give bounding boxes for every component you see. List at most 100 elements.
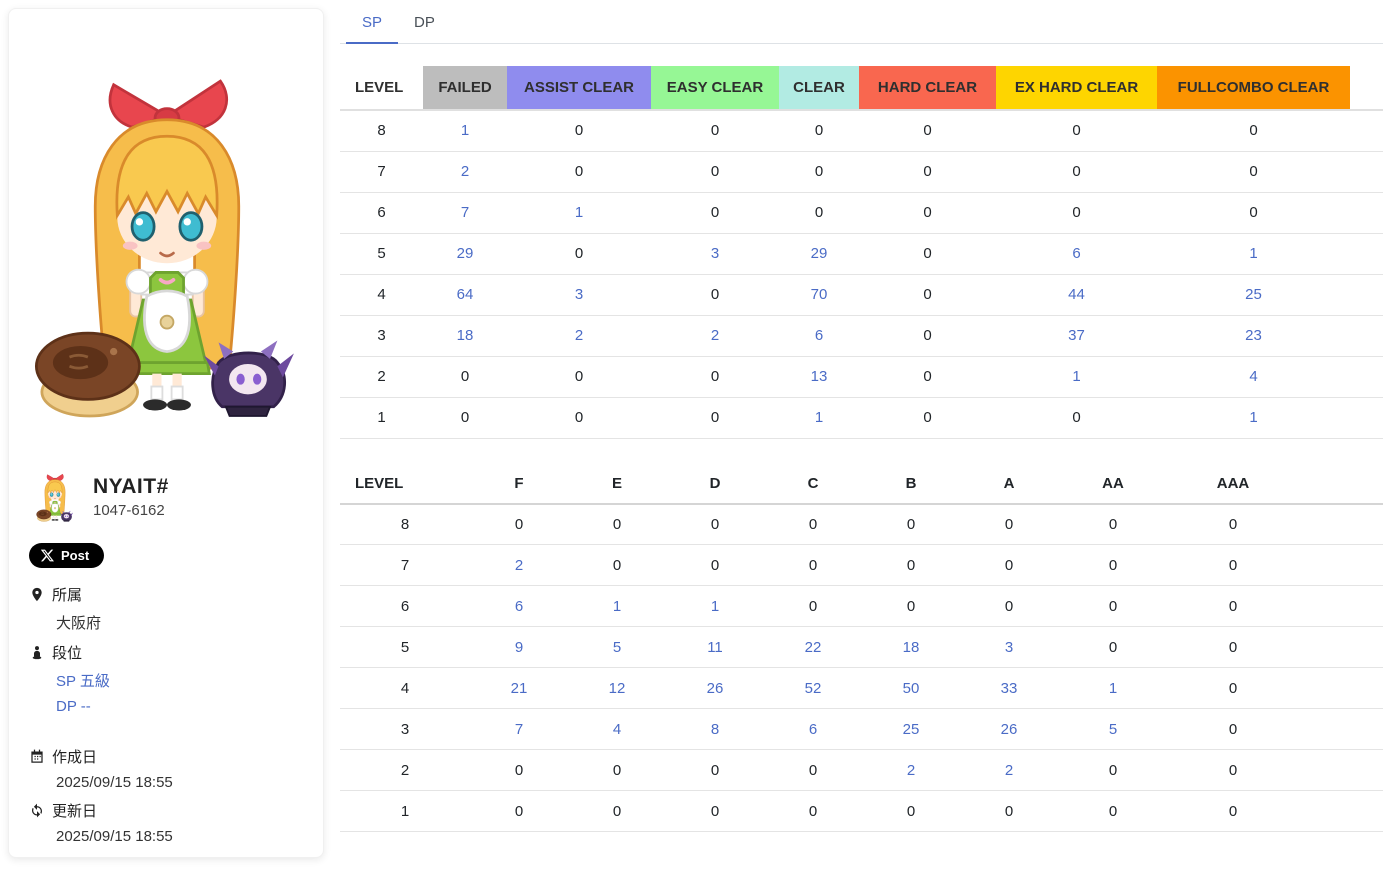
lamp-column-header: ASSIST CLEAR bbox=[507, 66, 651, 110]
dan-dp-link[interactable]: DP -- bbox=[56, 698, 303, 715]
updated-row: 更新日 bbox=[29, 800, 303, 821]
count-link[interactable]: 7 bbox=[515, 721, 523, 738]
count-link[interactable]: 26 bbox=[707, 680, 724, 697]
grade-column-header: AA bbox=[1058, 464, 1168, 504]
count-link[interactable]: 11 bbox=[707, 639, 723, 656]
count-link[interactable]: 3 bbox=[711, 245, 719, 262]
count-link[interactable]: 4 bbox=[1249, 368, 1257, 385]
count-cell: 0 bbox=[862, 791, 960, 832]
count-link[interactable]: 6 bbox=[1072, 245, 1080, 262]
count-link[interactable]: 2 bbox=[461, 163, 469, 180]
count-link[interactable]: 1 bbox=[815, 409, 823, 426]
count-link[interactable]: 7 bbox=[461, 204, 469, 221]
level-cell: 6 bbox=[340, 586, 470, 627]
count-link[interactable]: 44 bbox=[1068, 286, 1085, 303]
count-link[interactable]: 6 bbox=[515, 598, 523, 615]
count-link[interactable]: 52 bbox=[805, 680, 822, 697]
count-link[interactable]: 18 bbox=[457, 327, 474, 344]
count-zero: 0 bbox=[711, 762, 719, 779]
count-zero: 0 bbox=[815, 163, 823, 180]
player-id: 1047-6162 bbox=[93, 502, 169, 519]
count-cell: 0 bbox=[507, 397, 651, 438]
x-post-button[interactable]: Post bbox=[29, 543, 104, 568]
tab-sp[interactable]: SP bbox=[346, 0, 398, 44]
count-cell: 0 bbox=[764, 504, 862, 545]
count-link[interactable]: 5 bbox=[1109, 721, 1117, 738]
count-cell: 6 bbox=[764, 709, 862, 750]
count-link[interactable]: 2 bbox=[907, 762, 915, 779]
count-zero: 0 bbox=[809, 557, 817, 574]
table-row: 800000000 bbox=[340, 504, 1383, 545]
count-link[interactable]: 1 bbox=[575, 204, 583, 221]
count-cell: 3 bbox=[651, 233, 779, 274]
tab-dp[interactable]: DP bbox=[398, 0, 451, 44]
count-link[interactable]: 1 bbox=[711, 598, 719, 615]
count-link[interactable]: 6 bbox=[809, 721, 817, 738]
count-zero: 0 bbox=[815, 122, 823, 139]
count-link[interactable]: 8 bbox=[711, 721, 719, 738]
level-cell: 5 bbox=[340, 233, 423, 274]
dan-sp-link[interactable]: SP 五級 bbox=[56, 670, 303, 691]
count-link[interactable]: 50 bbox=[903, 680, 920, 697]
count-link[interactable]: 1 bbox=[1072, 368, 1080, 385]
count-link[interactable]: 2 bbox=[1005, 762, 1013, 779]
count-link[interactable]: 5 bbox=[613, 639, 621, 656]
count-cell: 3 bbox=[507, 274, 651, 315]
count-link[interactable]: 64 bbox=[457, 286, 474, 303]
affiliation-label: 所属 bbox=[52, 584, 82, 605]
affiliation-row: 所属 bbox=[29, 584, 303, 605]
count-link[interactable]: 3 bbox=[575, 286, 583, 303]
count-zero: 0 bbox=[1109, 639, 1117, 656]
count-link[interactable]: 1 bbox=[1249, 245, 1257, 262]
count-link[interactable]: 23 bbox=[1245, 327, 1262, 344]
count-link[interactable]: 2 bbox=[515, 557, 523, 574]
count-link[interactable]: 1 bbox=[613, 598, 621, 615]
count-link[interactable]: 26 bbox=[1001, 721, 1018, 738]
count-link[interactable]: 33 bbox=[1001, 680, 1018, 697]
count-cell: 0 bbox=[859, 315, 996, 356]
count-link[interactable]: 9 bbox=[515, 639, 523, 656]
count-cell: 0 bbox=[779, 151, 859, 192]
count-cell: 2 bbox=[862, 750, 960, 791]
count-link[interactable]: 1 bbox=[461, 122, 469, 139]
filler-cell bbox=[1350, 315, 1383, 356]
count-zero: 0 bbox=[923, 245, 931, 262]
count-link[interactable]: 25 bbox=[1245, 286, 1262, 303]
count-link[interactable]: 37 bbox=[1068, 327, 1085, 344]
count-cell: 2 bbox=[470, 545, 568, 586]
count-link[interactable]: 29 bbox=[457, 245, 474, 262]
count-cell: 0 bbox=[1168, 545, 1298, 586]
count-link[interactable]: 70 bbox=[811, 286, 828, 303]
count-zero: 0 bbox=[907, 598, 915, 615]
count-link[interactable]: 4 bbox=[613, 721, 621, 738]
created-row: 作成日 bbox=[29, 746, 303, 767]
count-zero: 0 bbox=[1249, 122, 1257, 139]
count-cell: 0 bbox=[779, 192, 859, 233]
count-link[interactable]: 2 bbox=[575, 327, 583, 344]
count-zero: 0 bbox=[1109, 803, 1117, 820]
count-zero: 0 bbox=[1005, 557, 1013, 574]
count-cell: 0 bbox=[666, 750, 764, 791]
count-link[interactable]: 3 bbox=[1005, 639, 1013, 656]
count-link[interactable]: 1 bbox=[1109, 680, 1117, 697]
count-link[interactable]: 18 bbox=[903, 639, 920, 656]
count-zero: 0 bbox=[923, 327, 931, 344]
count-zero: 0 bbox=[711, 286, 719, 303]
count-link[interactable]: 1 bbox=[1249, 409, 1257, 426]
count-link[interactable]: 12 bbox=[609, 680, 626, 697]
level-cell: 3 bbox=[340, 315, 423, 356]
count-zero: 0 bbox=[613, 803, 621, 820]
count-link[interactable]: 25 bbox=[903, 721, 920, 738]
count-zero: 0 bbox=[923, 368, 931, 385]
table-row: 595112218300 bbox=[340, 627, 1383, 668]
count-link[interactable]: 22 bbox=[805, 639, 822, 656]
count-link[interactable]: 6 bbox=[815, 327, 823, 344]
count-link[interactable]: 2 bbox=[711, 327, 719, 344]
filler-cell bbox=[1298, 750, 1383, 791]
count-cell: 0 bbox=[666, 504, 764, 545]
count-link[interactable]: 29 bbox=[811, 245, 828, 262]
count-cell: 64 bbox=[423, 274, 507, 315]
count-link[interactable]: 21 bbox=[511, 680, 528, 697]
count-link[interactable]: 13 bbox=[811, 368, 828, 385]
level-cell: 3 bbox=[340, 709, 470, 750]
